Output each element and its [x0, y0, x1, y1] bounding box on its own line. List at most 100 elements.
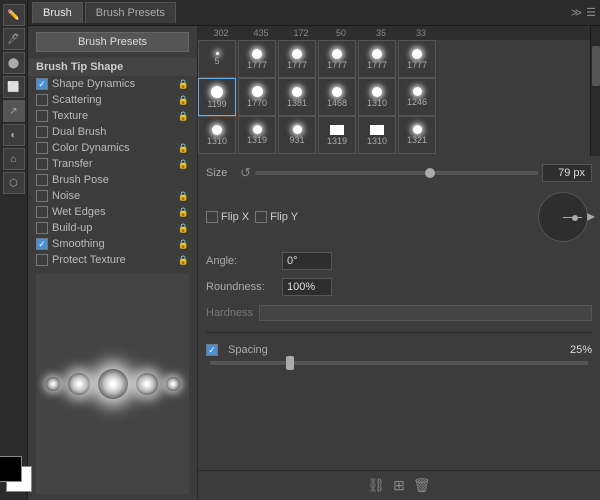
checkbox-texture[interactable] — [36, 110, 48, 122]
checkbox-transfer[interactable] — [36, 158, 48, 170]
option-shape-dynamics[interactable]: ✓ Shape Dynamics 🔒 — [28, 76, 197, 92]
size-value[interactable]: 79 px — [542, 164, 592, 182]
reset-size-icon[interactable]: ↺ — [240, 165, 251, 181]
option-noise[interactable]: Noise 🔒 — [28, 188, 197, 204]
blur-tool-icon[interactable]: ⌂ — [3, 148, 25, 170]
expand-icon[interactable]: ≫ — [571, 6, 583, 19]
angle-input[interactable]: 0° — [282, 252, 332, 270]
scrollbar-thumb — [592, 46, 600, 86]
preset-cell[interactable]: 1770 — [238, 78, 276, 116]
flip-y-checkbox[interactable] — [255, 211, 267, 223]
flip-x-btn[interactable]: Flip X — [206, 211, 249, 223]
properties-section: Size ↺ 79 px Flip X — [198, 156, 600, 470]
brush-dot — [293, 125, 302, 134]
presets-row-2: 1199 1770 1381 — [198, 78, 590, 116]
dodge-tool-icon[interactable]: ◐ — [3, 124, 25, 146]
spacing-slider-thumb — [286, 356, 294, 370]
brush-presets-button[interactable]: Brush Presets — [36, 32, 189, 52]
flip-y-btn[interactable]: Flip Y — [255, 211, 298, 223]
preset-cell[interactable]: 1381 — [278, 78, 316, 116]
preset-cell[interactable]: 1468 — [318, 78, 356, 116]
preset-cell[interactable]: 1777 — [278, 40, 316, 78]
section-brush-tip-shape: Brush Tip Shape — [28, 58, 197, 76]
smudge-tool-icon[interactable]: ↗ — [3, 100, 25, 122]
tab-brush[interactable]: Brush — [32, 2, 83, 23]
sponge-tool-icon[interactable]: ⬡ — [3, 172, 25, 194]
preset-cell[interactable]: 1319 — [318, 116, 356, 154]
checkbox-noise[interactable] — [36, 190, 48, 202]
preset-cell[interactable]: 1310 — [358, 116, 396, 154]
checkbox-shape-dynamics[interactable]: ✓ — [36, 78, 48, 90]
presets-cols: 302 435 172 50 35 33 5 — [198, 26, 590, 156]
brush-dot — [332, 87, 342, 97]
preset-cell[interactable]: 1321 — [398, 116, 436, 154]
spacing-slider[interactable] — [210, 361, 588, 365]
option-brush-pose[interactable]: Brush Pose — [28, 172, 197, 188]
option-smoothing[interactable]: ✓ Smoothing 🔒 — [28, 236, 197, 252]
trash-icon[interactable]: 🗑 — [413, 477, 431, 494]
preset-cell[interactable]: 931 — [278, 116, 316, 154]
brush-dot — [413, 125, 422, 134]
presets-scrollbar[interactable] — [590, 26, 600, 156]
left-toolbar: ✏️ 🖊 ⬤ ⬜ ↗ ◐ ⌂ ⬡ — [0, 0, 28, 500]
checkbox-smoothing[interactable]: ✓ — [36, 238, 48, 250]
checkbox-build-up[interactable] — [36, 222, 48, 234]
tab-brush-presets[interactable]: Brush Presets — [85, 2, 176, 23]
stamp-tool-icon[interactable]: ⬤ — [3, 52, 25, 74]
presets-grid-wrapper: 302 435 172 50 35 33 5 — [198, 26, 600, 156]
menu-icon[interactable]: ☰ — [586, 6, 596, 19]
brush-dot — [211, 86, 223, 98]
brush-tool-icon[interactable]: ✏️ — [3, 4, 25, 26]
angle-dial[interactable]: ▶ — [538, 192, 588, 242]
checkbox-scattering[interactable] — [36, 94, 48, 106]
checkbox-wet-edges[interactable] — [36, 206, 48, 218]
preset-cell[interactable]: 1310 — [358, 78, 396, 116]
flip-x-checkbox[interactable] — [206, 211, 218, 223]
roundness-row: Roundness: 100% — [206, 276, 592, 298]
size-label: Size — [206, 167, 236, 179]
spacing-checkbox[interactable]: ✓ — [206, 344, 218, 356]
hardness-bar[interactable] — [259, 305, 592, 321]
pencil-tool-icon[interactable]: 🖊 — [3, 28, 25, 50]
eraser-tool-icon[interactable]: ⬜ — [3, 76, 25, 98]
spacing-row: ✓ Spacing 25% — [206, 339, 592, 361]
sparkle-1 — [46, 377, 60, 391]
brush-dot — [212, 125, 222, 135]
brush-dot — [216, 52, 219, 55]
checkbox-protect-texture[interactable] — [36, 254, 48, 266]
preset-cell[interactable]: 1777 — [358, 40, 396, 78]
checkbox-dual-brush[interactable] — [36, 126, 48, 138]
spacing-value: 25% — [570, 344, 592, 356]
lock-icon-n: 🔒 — [178, 191, 189, 202]
foreground-color-box[interactable] — [0, 456, 22, 482]
size-slider[interactable] — [255, 171, 538, 175]
option-protect-texture[interactable]: Protect Texture 🔒 — [28, 252, 197, 268]
brush-dot — [292, 49, 302, 59]
option-color-dynamics[interactable]: Color Dynamics 🔒 — [28, 140, 197, 156]
checkbox-brush-pose[interactable] — [36, 174, 48, 186]
link-icon[interactable]: ⛓ — [367, 477, 385, 494]
preset-cell[interactable]: 1310 — [198, 116, 236, 154]
preset-cell[interactable]: 1777 — [238, 40, 276, 78]
option-build-up[interactable]: Build-up 🔒 — [28, 220, 197, 236]
grid-icon[interactable]: ⊞ — [393, 477, 405, 494]
lock-icon-sm: 🔒 — [178, 239, 189, 250]
preset-cell[interactable]: 1246 — [398, 78, 436, 116]
preset-cell[interactable]: 5 — [198, 40, 236, 78]
spacing-section: ✓ Spacing 25% — [206, 332, 592, 365]
preset-cell[interactable]: 1777 — [318, 40, 356, 78]
option-texture[interactable]: Texture 🔒 — [28, 108, 197, 124]
lock-icon-bu: 🔒 — [178, 223, 189, 234]
brush-dot — [332, 49, 342, 59]
brush-dot — [252, 86, 263, 97]
brush-preview — [36, 274, 189, 494]
checkbox-color-dynamics[interactable] — [36, 142, 48, 154]
preset-cell[interactable]: 1777 — [398, 40, 436, 78]
option-wet-edges[interactable]: Wet Edges 🔒 — [28, 204, 197, 220]
preset-cell[interactable]: 1319 — [238, 116, 276, 154]
preset-cell-selected[interactable]: 1199 — [198, 78, 236, 116]
roundness-input[interactable]: 100% — [282, 278, 332, 296]
option-transfer[interactable]: Transfer 🔒 — [28, 156, 197, 172]
option-dual-brush[interactable]: Dual Brush — [28, 124, 197, 140]
option-scattering[interactable]: Scattering 🔒 — [28, 92, 197, 108]
